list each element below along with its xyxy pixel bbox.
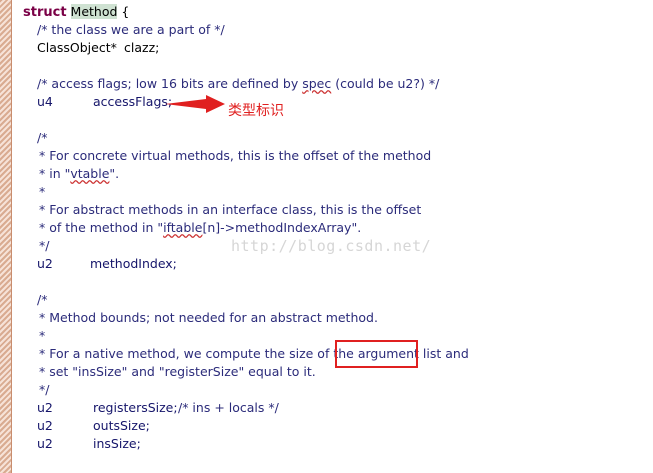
field-type: u4 bbox=[37, 94, 53, 109]
spellcheck-word: spec bbox=[302, 76, 332, 91]
watermark: http://blog.csdn.net/ bbox=[231, 237, 432, 255]
spellcheck-word: iftable bbox=[163, 220, 203, 235]
comment-text: [n]->methodIndexArray". bbox=[202, 220, 362, 235]
highlight-box bbox=[335, 340, 418, 368]
comment-line: * bbox=[39, 328, 46, 343]
comment-line: /* bbox=[37, 130, 48, 145]
field-outssize-line: u2 outsSize; bbox=[37, 418, 150, 434]
comment-text: * For a native method, we compute the si… bbox=[39, 346, 358, 361]
comment-line: * set "insSize" and "registerSize" equal… bbox=[39, 364, 316, 379]
field-registerssize-line: u2 registersSize;/* ins + locals */ bbox=[37, 400, 279, 416]
field-identifier: insSize; bbox=[93, 436, 141, 451]
struct-keyword: struct bbox=[23, 5, 67, 20]
comment-line: * of the method in "iftable[n]->methodIn… bbox=[39, 220, 361, 236]
comment-line: /* the class we are a part of */ bbox=[37, 22, 225, 37]
field-type: u2 bbox=[37, 436, 53, 451]
comment-text: * of the method in " bbox=[39, 220, 164, 235]
comment-text: /* access flags; low 16 bits are defined… bbox=[37, 76, 303, 91]
struct-declaration-line: struct Method { bbox=[23, 4, 129, 21]
field-identifier: clazz; bbox=[124, 40, 160, 55]
comment-line: * bbox=[39, 184, 46, 199]
comment-text: * in " bbox=[39, 166, 71, 181]
comment-line: * For abstract methods in an interface c… bbox=[39, 202, 422, 217]
spellcheck-word: vtable bbox=[70, 166, 110, 181]
field-type: ClassObject* bbox=[37, 40, 117, 55]
comment-line: * Method bounds; not needed for an abstr… bbox=[39, 310, 378, 325]
field-clazz-line: ClassObject* clazz; bbox=[37, 40, 159, 56]
field-identifier: methodIndex; bbox=[90, 256, 177, 271]
comment-line: /* access flags; low 16 bits are defined… bbox=[37, 76, 439, 92]
field-type: u2 bbox=[37, 400, 53, 415]
comment-line: */ bbox=[39, 382, 50, 397]
comment-text: ". bbox=[109, 166, 120, 181]
field-identifier: outsSize; bbox=[93, 418, 150, 433]
inline-comment: /* ins + locals */ bbox=[178, 400, 279, 415]
open-brace: { bbox=[117, 4, 130, 19]
comment-line: /* bbox=[37, 292, 48, 307]
comment-line: * in "vtable". bbox=[39, 166, 119, 182]
field-methodindex-line: u2 methodIndex; bbox=[37, 256, 177, 272]
comment-text: (could be u2?) */ bbox=[331, 76, 440, 91]
comment-line: * For concrete virtual methods, this is … bbox=[39, 148, 432, 163]
annotation-label: 类型标识 bbox=[228, 103, 284, 119]
comment-text: and bbox=[441, 346, 469, 361]
struct-name: Method bbox=[70, 4, 118, 19]
field-identifier: accessFlags; bbox=[93, 94, 173, 109]
field-type: u2 bbox=[37, 256, 53, 271]
field-inssize-line: u2 insSize; bbox=[37, 436, 141, 452]
field-identifier: registersSize; bbox=[93, 400, 178, 415]
comment-line: */ bbox=[39, 238, 50, 253]
field-accessflags-line: u4 accessFlags; bbox=[37, 94, 172, 110]
field-type: u2 bbox=[37, 418, 53, 433]
